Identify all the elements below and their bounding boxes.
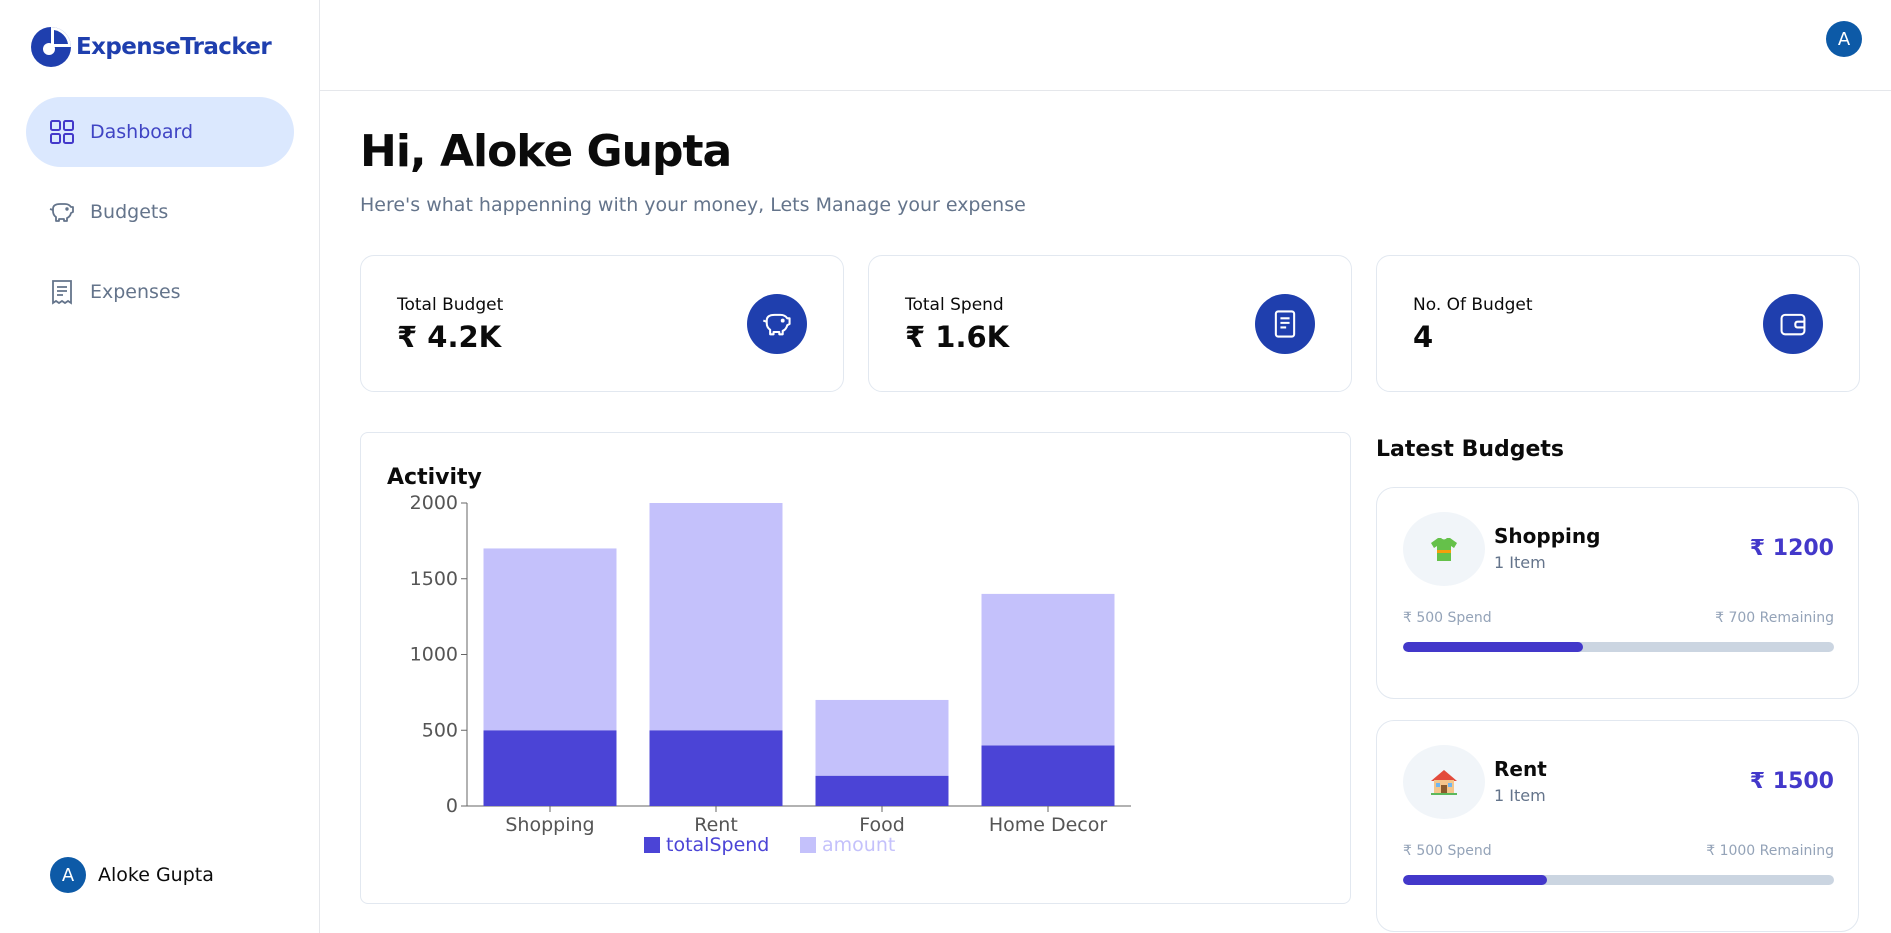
page-title: Hi, Aloke Gupta xyxy=(360,126,732,177)
budget-amount: ₹ 1200 xyxy=(1749,536,1834,561)
budget-card-rent[interactable]: Rent 1 Item ₹ 1500 ₹ 500 Spend ₹ 1000 Re… xyxy=(1376,720,1859,932)
stat-icon-badge xyxy=(1255,294,1315,354)
grid-icon xyxy=(50,120,74,144)
receipt-icon xyxy=(1274,310,1296,338)
app-root: ExpenseTracker Dashboard Budgets Expense… xyxy=(0,0,1891,933)
header-avatar[interactable]: A xyxy=(1826,21,1862,57)
budget-amount: ₹ 1500 xyxy=(1749,769,1834,794)
activity-card: Activity 0 500 1000 1500 2000 Shopping Rent Foo… xyxy=(360,432,1351,904)
y-tick-label: 1500 xyxy=(410,568,458,590)
sidebar-item-label: Dashboard xyxy=(90,121,194,143)
activity-title: Activity xyxy=(387,465,482,490)
budget-name: Rent xyxy=(1494,757,1547,781)
sidebar-user[interactable]: A Aloke Gupta xyxy=(50,857,214,893)
x-tick-label: Food xyxy=(859,814,905,836)
budget-progress-fill xyxy=(1403,875,1547,885)
stat-card-total-spend: Total Spend ₹ 1.6K xyxy=(868,255,1352,392)
stat-icon-badge xyxy=(747,294,807,354)
budget-progress-fill xyxy=(1403,642,1583,652)
wallet-icon xyxy=(1780,313,1806,336)
y-tick-label: 0 xyxy=(446,795,458,817)
budget-remaining: ₹ 700 Remaining xyxy=(1715,610,1834,626)
page-subtitle: Here's what happenning with your money, … xyxy=(360,194,1026,216)
stat-value: ₹ 1.6K xyxy=(905,320,1010,354)
user-name: Aloke Gupta xyxy=(98,864,214,886)
house-icon xyxy=(1431,770,1457,795)
sidebar-nav: Dashboard Budgets Expenses xyxy=(26,97,294,337)
stat-card-no-of-budget: No. Of Budget 4 xyxy=(1376,255,1860,392)
budget-progress-bar xyxy=(1403,875,1834,885)
logo-icon xyxy=(31,27,71,67)
piggy-bank-icon xyxy=(762,313,791,336)
budget-card-shopping[interactable]: Shopping 1 Item ₹ 1200 ₹ 500 Spend ₹ 700… xyxy=(1376,487,1859,699)
sidebar-item-budgets[interactable]: Budgets xyxy=(26,177,294,247)
avatar[interactable]: A xyxy=(50,857,86,893)
piggy-bank-icon xyxy=(49,203,74,222)
legend-label: totalSpend xyxy=(666,834,769,856)
sidebar-item-label: Budgets xyxy=(90,201,169,223)
bar-totalSpend xyxy=(483,730,617,806)
x-tick-label: Rent xyxy=(694,814,738,836)
stat-label: No. Of Budget xyxy=(1413,295,1533,315)
stat-card-total-budget: Total Budget ₹ 4.2K xyxy=(360,255,844,392)
brand-logo[interactable]: ExpenseTracker xyxy=(30,26,272,68)
budget-icon-badge xyxy=(1403,512,1485,586)
sidebar-item-expenses[interactable]: Expenses xyxy=(26,257,294,327)
receipt-icon xyxy=(52,280,72,305)
legend-swatch xyxy=(800,837,816,853)
stat-label: Total Budget xyxy=(397,295,504,315)
x-tick-label: Home Decor xyxy=(989,814,1108,836)
legend-swatch xyxy=(644,837,660,853)
budget-spend: ₹ 500 Spend xyxy=(1403,610,1492,626)
budget-icon-badge xyxy=(1403,745,1485,819)
x-tick-label: Shopping xyxy=(505,814,594,836)
bar-amount xyxy=(483,548,617,731)
activity-chart: 0 500 1000 1500 2000 Shopping Rent Food Home Dec… xyxy=(410,493,1131,856)
budget-name: Shopping xyxy=(1494,524,1601,548)
tshirt-icon xyxy=(1431,538,1457,561)
bar-totalSpend xyxy=(649,730,783,806)
budget-spend: ₹ 500 Spend xyxy=(1403,843,1492,859)
budget-remaining: ₹ 1000 Remaining xyxy=(1706,843,1834,859)
y-tick-label: 500 xyxy=(422,719,458,741)
stat-label: Total Spend xyxy=(905,295,1004,315)
legend-label: amount xyxy=(822,834,895,856)
sidebar-item-dashboard[interactable]: Dashboard xyxy=(26,97,294,167)
budget-item-count: 1 Item xyxy=(1494,553,1546,572)
top-bar: A xyxy=(320,0,1891,91)
y-tick-label: 2000 xyxy=(410,493,458,514)
bar-totalSpend xyxy=(815,775,949,806)
y-tick-label: 1000 xyxy=(410,644,458,666)
sidebar-item-label: Expenses xyxy=(90,281,181,303)
stat-icon-badge xyxy=(1763,294,1823,354)
budget-progress-bar xyxy=(1403,642,1834,652)
budget-item-count: 1 Item xyxy=(1494,786,1546,805)
stat-value: ₹ 4.2K xyxy=(397,320,502,354)
bar-amount xyxy=(981,593,1115,746)
bar-totalSpend xyxy=(981,745,1115,806)
sidebar: ExpenseTracker Dashboard Budgets Expense… xyxy=(0,0,320,933)
bar-amount xyxy=(649,503,783,731)
latest-budgets-title: Latest Budgets xyxy=(1376,437,1565,462)
brand-name: ExpenseTracker xyxy=(76,34,272,60)
bar-amount xyxy=(815,699,949,776)
stat-value: 4 xyxy=(1413,320,1434,354)
